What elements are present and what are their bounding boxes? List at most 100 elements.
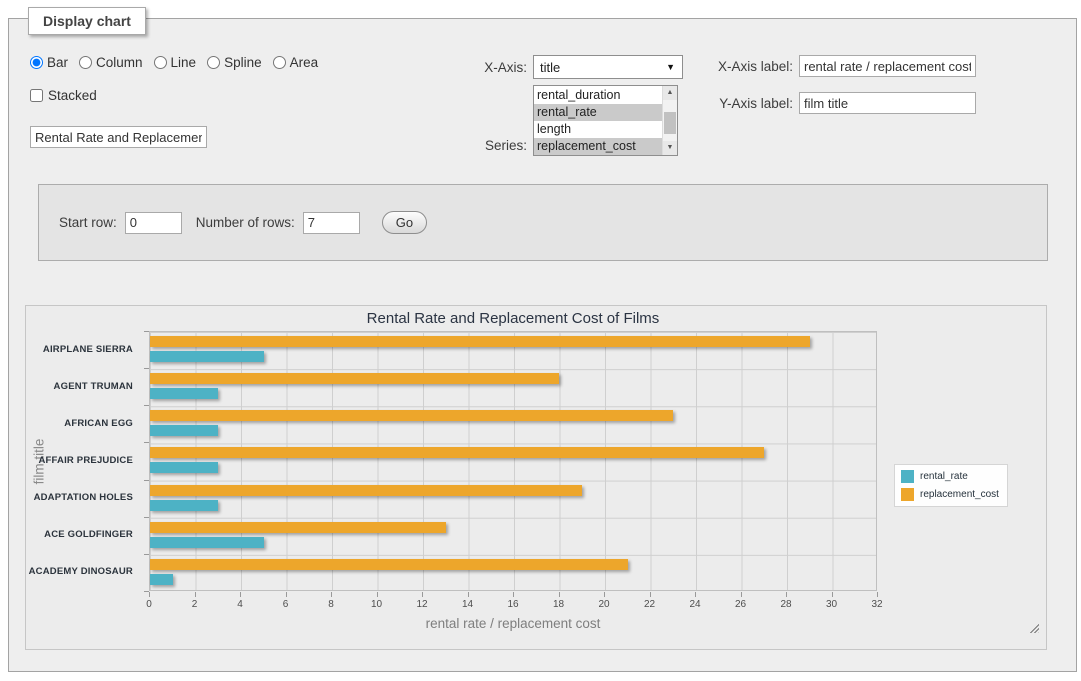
x-axis-label-label: X-Axis label: (708, 59, 793, 74)
chevron-down-icon: ▼ (666, 62, 675, 72)
category-axis-labels: AIRPLANE SIERRAAGENT TRUMANAFRICAN EGGAF… (26, 331, 141, 591)
start-row-input[interactable] (125, 212, 182, 234)
radio-label: Bar (47, 55, 68, 70)
y-tick-mark (144, 442, 149, 443)
category-label: ADAPTATION HOLES (26, 492, 133, 503)
x-tick-label: 4 (225, 599, 255, 610)
radio-label: Area (290, 55, 319, 70)
radio-line[interactable]: Line (154, 55, 197, 70)
x-tick-mark (786, 592, 787, 597)
series-scrollbar[interactable]: ▲ ▼ (662, 86, 677, 155)
radio-bar[interactable]: Bar (30, 55, 68, 70)
stacked-checkbox[interactable] (30, 89, 43, 102)
series-option-replacement_cost[interactable]: replacement_cost (534, 138, 662, 155)
bar-replacement_cost-academy-dinosaur (150, 559, 628, 570)
chart-x-axis-title: rental rate / replacement cost (149, 616, 877, 631)
y-tick-mark (144, 480, 149, 481)
x-axis-label-row: X-Axis label: (708, 55, 976, 77)
radio-bar-input[interactable] (30, 56, 43, 69)
x-tick-mark (695, 592, 696, 597)
legend-swatch-icon (901, 488, 914, 501)
x-tick-mark (422, 592, 423, 597)
go-button[interactable]: Go (382, 211, 427, 234)
legend-item-rental_rate[interactable]: rental_rate (901, 470, 999, 483)
x-tick-mark (650, 592, 651, 597)
x-axis-field-row: X-Axis: title ▼ (449, 55, 683, 79)
series-label: Series: (449, 138, 527, 153)
bar-replacement_cost-airplane-sierra (150, 336, 810, 347)
radio-column-input[interactable] (79, 56, 92, 69)
bar-rental_rate-ace-goldfinger (150, 537, 264, 548)
radio-area-input[interactable] (273, 56, 286, 69)
x-tick-label: 10 (362, 599, 392, 610)
legend-label: replacement_cost (920, 489, 999, 500)
x-tick-label: 6 (271, 599, 301, 610)
legend-label: rental_rate (920, 471, 968, 482)
num-rows-input[interactable] (303, 212, 360, 234)
x-tick-label: 22 (635, 599, 665, 610)
x-tick-label: 14 (453, 599, 483, 610)
bar-rental_rate-affair-prejudice (150, 462, 218, 473)
bar-rental_rate-airplane-sierra (150, 351, 264, 362)
category-label: AIRPLANE SIERRA (26, 344, 133, 355)
row-controls-box: Start row: Number of rows: Go (38, 184, 1048, 261)
x-tick-label: 16 (498, 599, 528, 610)
radio-area[interactable]: Area (273, 55, 319, 70)
bar-replacement_cost-agent-truman (150, 373, 559, 384)
x-tick-label: 20 (589, 599, 619, 610)
radio-spline[interactable]: Spline (207, 55, 262, 70)
chart-type-radios: Bar Column Line Spline Area (30, 55, 318, 70)
y-axis-label-input[interactable] (799, 92, 976, 114)
scroll-up-icon[interactable]: ▲ (663, 86, 677, 100)
bar-replacement_cost-adaptation-holes (150, 485, 582, 496)
x-tick-mark (604, 592, 605, 597)
scrollbar-thumb[interactable] (664, 112, 676, 134)
y-axis-label-row: Y-Axis label: (708, 92, 976, 114)
chart-legend: rental_rate replacement_cost (894, 464, 1008, 507)
radio-column[interactable]: Column (79, 55, 143, 70)
legend-item-replacement_cost[interactable]: replacement_cost (901, 488, 999, 501)
scroll-down-icon[interactable]: ▼ (663, 141, 677, 155)
x-tick-mark (377, 592, 378, 597)
series-option-rental_duration[interactable]: rental_duration (534, 87, 662, 104)
resize-handle-icon[interactable] (1028, 622, 1039, 633)
radio-label: Spline (224, 55, 262, 70)
display-chart-panel: Display chart BarColumnLineSplineArea St… (8, 18, 1077, 672)
x-axis-select[interactable]: title ▼ (533, 55, 683, 79)
chart-title-input[interactable] (30, 126, 207, 148)
x-axis-selected-value: title (540, 60, 560, 75)
category-label: ACADEMY DINOSAUR (26, 566, 133, 577)
radio-label: Line (171, 55, 197, 70)
series-option-length[interactable]: length (534, 121, 662, 138)
x-tick-label: 12 (407, 599, 437, 610)
x-tick-mark (286, 592, 287, 597)
panel-title: Display chart (28, 7, 146, 35)
plot-area (149, 331, 877, 591)
series-field-row: Series: rental_durationrental_ratelength… (449, 85, 678, 156)
stacked-checkbox-row[interactable]: Stacked (30, 88, 97, 103)
x-tick-label: 26 (726, 599, 756, 610)
series-option-rental_rate[interactable]: rental_rate (534, 104, 662, 121)
x-tick-mark (240, 592, 241, 597)
x-tick-label: 2 (180, 599, 210, 610)
x-tick-mark (559, 592, 560, 597)
x-tick-label: 24 (680, 599, 710, 610)
radio-spline-input[interactable] (207, 56, 220, 69)
radio-line-input[interactable] (154, 56, 167, 69)
y-tick-mark (144, 554, 149, 555)
x-tick-label: 28 (771, 599, 801, 610)
bar-rental_rate-adaptation-holes (150, 500, 218, 511)
x-tick-label: 30 (817, 599, 847, 610)
x-tick-mark (513, 592, 514, 597)
bar-rental_rate-academy-dinosaur (150, 574, 173, 585)
series-options: rental_durationrental_ratelengthreplacem… (534, 87, 662, 155)
x-tick-mark (195, 592, 196, 597)
x-tick-label: 0 (134, 599, 164, 610)
series-listbox[interactable]: rental_durationrental_ratelengthreplacem… (533, 85, 678, 156)
legend-swatch-icon (901, 470, 914, 483)
radio-label: Column (96, 55, 143, 70)
x-axis-label-input[interactable] (799, 55, 976, 77)
y-tick-mark (144, 331, 149, 332)
x-tick-label: 18 (544, 599, 574, 610)
y-tick-mark (144, 368, 149, 369)
